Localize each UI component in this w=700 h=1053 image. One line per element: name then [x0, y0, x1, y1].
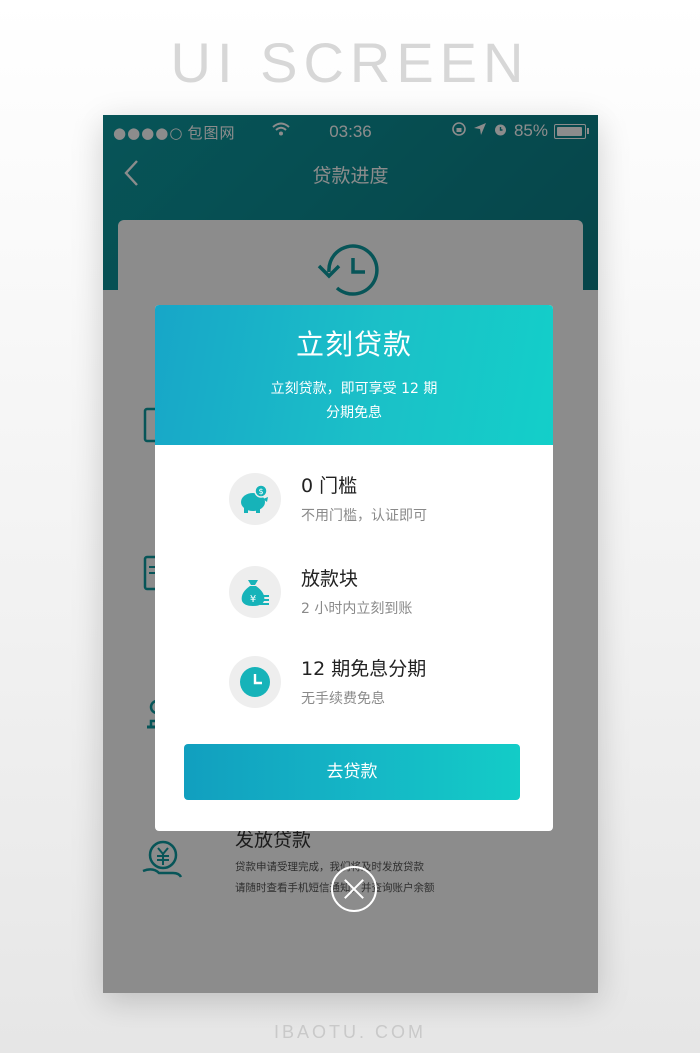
svg-text:$: $	[258, 487, 263, 496]
feature-title: 放款块	[301, 568, 359, 590]
money-bag-icon: ¥	[229, 566, 281, 618]
feature-desc: 2 小时内立刻到账	[301, 601, 413, 617]
close-icon[interactable]	[331, 866, 377, 912]
feature-item: $ 0 门槛 不用门槛，认证即可	[229, 471, 529, 531]
piggy-bank-icon: $	[229, 473, 281, 525]
phone-screen: ●●●●○ 包图网 03:36 85% 贷款进度 发放贷款 贷款申请受理完成，我…	[103, 115, 598, 993]
feature-title: 12 期免息分期	[301, 658, 427, 680]
svg-text:¥: ¥	[250, 594, 256, 605]
feature-item: ¥ 放款块 2 小时内立刻到账	[229, 564, 529, 624]
go-loan-button[interactable]: 去贷款	[184, 744, 520, 800]
site-watermark: IBAOTU. COM	[273, 1022, 426, 1042]
banner-title: UI SCREEN	[170, 31, 530, 94]
loan-modal: 立刻贷款 立刻贷款，即可享受 12 期 分期免息 $ 0 门槛 不用门槛，认证即…	[155, 305, 553, 831]
clock-icon	[229, 656, 281, 708]
modal-subtitle: 立刻贷款，即可享受 12 期 分期免息	[270, 381, 438, 421]
feature-desc: 不用门槛，认证即可	[301, 508, 427, 524]
feature-desc: 无手续费免息	[301, 691, 385, 707]
modal-header: 立刻贷款 立刻贷款，即可享受 12 期 分期免息	[155, 305, 553, 445]
feature-title: 0 门槛	[301, 475, 358, 497]
feature-item: 12 期免息分期 无手续费免息	[229, 654, 529, 714]
modal-title: 立刻贷款	[295, 328, 412, 361]
